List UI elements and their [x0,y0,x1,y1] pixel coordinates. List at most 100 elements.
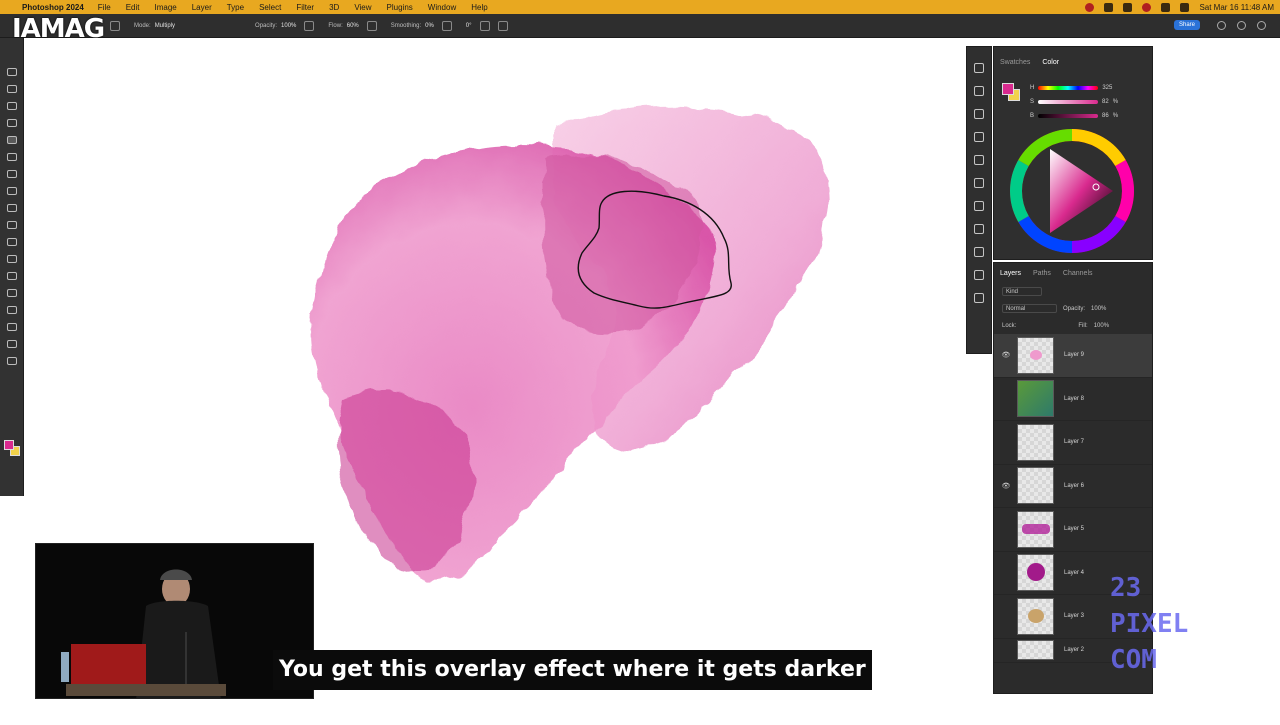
layer-filter-kind[interactable]: Kind [1002,287,1042,296]
wifi-icon[interactable] [1161,2,1171,12]
brushes-panel-icon[interactable] [974,155,984,165]
clock[interactable]: Sat Mar 16 11:48 AM [1199,3,1274,12]
record-icon[interactable] [1085,2,1095,12]
brightness-slider[interactable] [1038,114,1099,118]
brush-settings-icon[interactable] [974,132,984,142]
color-wheel[interactable] [1008,127,1136,255]
mode-value[interactable]: Multiply [155,23,175,29]
paragraph-panel-icon[interactable] [974,247,984,257]
shape-tool-icon[interactable] [6,306,17,314]
visibility-eye-icon[interactable]: 👁 [1000,351,1012,359]
tab-swatches[interactable]: Swatches [1000,59,1030,66]
brightness-value[interactable]: 86 [1102,113,1109,119]
layer-row[interactable]: Layer 5 [994,508,1152,552]
zoom-tool-icon[interactable] [6,340,17,348]
eyedropper-tool-icon[interactable] [6,119,17,127]
opacity-control[interactable]: Opacity: 100% [255,23,296,29]
properties-panel-icon[interactable] [974,201,984,211]
info-panel-icon[interactable] [974,86,984,96]
glyphs-panel-icon[interactable] [974,224,984,234]
menu-select[interactable]: Select [259,3,281,12]
history-brush-tool-icon[interactable] [6,170,17,178]
airbrush-icon[interactable] [366,20,377,31]
path-selection-tool-icon[interactable] [6,289,17,297]
blur-tool-icon[interactable] [6,221,17,229]
share-button[interactable]: Share [1173,20,1200,30]
pressure-size-icon[interactable] [479,20,490,31]
layer-name[interactable]: Layer 6 [1064,483,1084,489]
smoothing-value[interactable]: 0% [425,23,434,29]
menu-view[interactable]: View [354,3,371,12]
adjustments-panel-icon[interactable] [974,178,984,188]
menu-type[interactable]: Type [227,3,244,12]
tab-layers[interactable]: Layers [1000,270,1021,283]
angle-value[interactable]: 0° [466,23,472,29]
pressure-opacity-icon[interactable] [304,20,315,31]
search-icon[interactable] [1217,21,1226,30]
brush-preset-icon[interactable] [110,20,120,31]
search-icon[interactable] [1180,2,1190,12]
app-icon[interactable] [1123,2,1133,12]
saturation-triangle[interactable] [1050,149,1113,233]
menu-plugins[interactable]: Plugins [387,3,413,12]
layer-name[interactable]: Layer 2 [1064,647,1084,653]
menu-filter[interactable]: Filter [296,3,314,12]
type-tool-icon[interactable] [6,272,17,280]
smoothing-settings-icon[interactable] [441,20,452,31]
foreground-color-swatch[interactable] [4,440,14,450]
hand-tool-icon[interactable] [6,323,17,331]
app-icon[interactable] [1104,2,1114,12]
layer-row[interactable]: Layer 7 [994,421,1152,465]
eraser-tool-icon[interactable] [6,187,17,195]
pen-tool-icon[interactable] [6,255,17,263]
dodge-tool-icon[interactable] [6,238,17,246]
layer-name[interactable]: Layer 3 [1064,613,1084,619]
layer-row[interactable]: Layer 8 [994,378,1152,421]
saturation-value[interactable]: 82 [1102,99,1109,105]
clone-stamp-tool-icon[interactable] [6,153,17,161]
help-icon[interactable] [1237,21,1246,30]
libraries-panel-icon[interactable] [974,270,984,280]
workspace-icon[interactable] [1257,21,1266,30]
angle-control[interactable]: 0° [466,23,472,29]
more-tools-icon[interactable] [6,357,17,365]
fill-value[interactable]: 100% [1094,323,1109,329]
3d-panel-icon[interactable] [974,293,984,303]
symmetry-icon[interactable] [497,20,508,31]
menu-window[interactable]: Window [428,3,456,12]
menu-image[interactable]: Image [154,3,176,12]
tab-paths[interactable]: Paths [1033,270,1051,283]
layer-name[interactable]: Layer 9 [1064,352,1084,358]
hue-slider[interactable] [1038,86,1099,90]
flow-value[interactable]: 60% [347,23,359,29]
layer-row[interactable]: 👁 Layer 6 [994,465,1152,508]
history-panel-icon[interactable] [974,63,984,73]
app-name[interactable]: Photoshop 2024 [22,3,84,12]
foreground-color-swatch[interactable] [1002,83,1014,95]
lasso-tool-icon[interactable] [6,68,17,76]
layer-name[interactable]: Layer 8 [1064,396,1084,402]
magic-wand-tool-icon[interactable] [6,85,17,93]
gradient-tool-icon[interactable] [6,204,17,212]
menu-layer[interactable]: Layer [192,3,212,12]
crop-tool-icon[interactable] [6,102,17,110]
menu-edit[interactable]: Edit [126,3,140,12]
tab-color[interactable]: Color [1042,59,1059,66]
smoothing-control[interactable]: Smoothing: 0% [391,23,434,29]
menu-3d[interactable]: 3D [329,3,339,12]
app-icon[interactable] [1142,2,1152,12]
mode-control[interactable]: Mode: Multiply [134,23,175,29]
layer-name[interactable]: Layer 7 [1064,439,1084,445]
hue-value[interactable]: 325 [1102,85,1112,91]
menu-file[interactable]: File [98,3,111,12]
visibility-eye-icon[interactable]: 👁 [1000,482,1012,490]
brush-tool-icon[interactable] [6,136,17,144]
opacity-value[interactable]: 100% [281,23,296,29]
menu-help[interactable]: Help [471,3,487,12]
flow-control[interactable]: Flow: 60% [328,23,358,29]
layer-opacity-value[interactable]: 100% [1091,306,1106,312]
layer-name[interactable]: Layer 4 [1064,570,1084,576]
blend-mode-select[interactable]: Normal [1002,304,1057,313]
layer-name[interactable]: Layer 5 [1064,526,1084,532]
layer-row[interactable]: 👁 Layer 9 [994,334,1152,378]
